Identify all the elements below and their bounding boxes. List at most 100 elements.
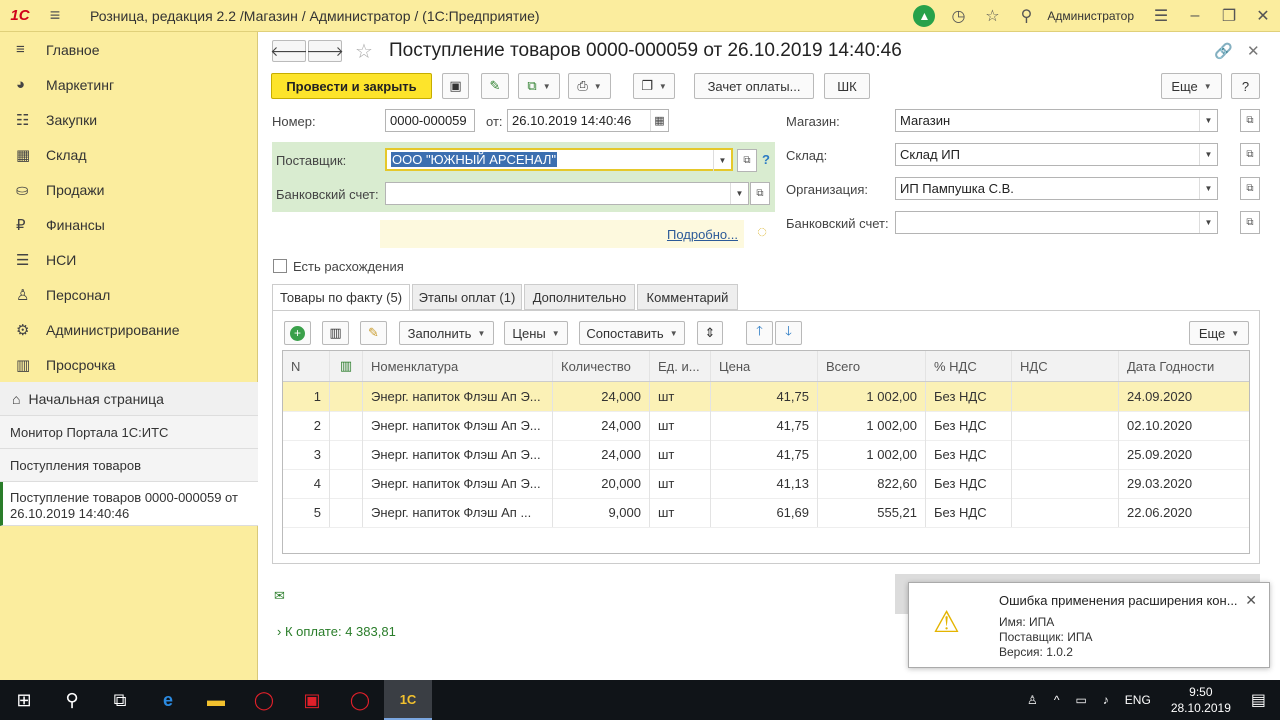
- cell-expiry[interactable]: 29.03.2020: [1119, 469, 1249, 498]
- organization-field[interactable]: ИП Пампушка С.В. ▼: [895, 177, 1218, 200]
- reports-button[interactable]: ❐ ▼: [633, 73, 675, 99]
- section-sales[interactable]: ⛀ Продажи: [0, 172, 257, 207]
- col-n[interactable]: N: [283, 351, 330, 381]
- chevron-down-icon[interactable]: ▼: [730, 183, 748, 204]
- cell-total[interactable]: 1 002,00: [818, 411, 926, 440]
- scan-barcode-button[interactable]: ▥: [322, 321, 349, 345]
- cell-price[interactable]: 61,69: [711, 498, 818, 527]
- cell-total[interactable]: 1 002,00: [818, 440, 926, 469]
- tab-comment[interactable]: Комментарий: [637, 284, 738, 310]
- move-up-button[interactable]: 🡑: [746, 321, 773, 345]
- section-purchases[interactable]: ☷ Закупки: [0, 102, 257, 137]
- notification-popup[interactable]: ⚠ Ошибка применения расширения кон... Им…: [908, 582, 1270, 668]
- col-quantity[interactable]: Количество: [553, 351, 650, 381]
- cell-nomenclature[interactable]: Энерг. напиток Флэш Ап ...: [363, 498, 553, 527]
- row-height-button[interactable]: ⇕: [697, 321, 723, 345]
- cell-quantity[interactable]: 20,000: [553, 469, 650, 498]
- opera-second-icon[interactable]: ◯: [336, 680, 384, 720]
- people-icon[interactable]: ♙: [1027, 693, 1038, 707]
- cell-n[interactable]: 3: [283, 440, 330, 469]
- cell-price[interactable]: 41,75: [711, 440, 818, 469]
- close-form-icon[interactable]: ✕: [1247, 42, 1260, 60]
- cell-total[interactable]: 822,60: [818, 469, 926, 498]
- back-button[interactable]: 🡐: [270, 40, 308, 62]
- offset-payment-button[interactable]: Зачет оплаты...: [694, 73, 814, 99]
- warehouse-open-button[interactable]: ⧉: [1240, 143, 1260, 166]
- cell-vat-rate[interactable]: Без НДС: [926, 382, 1012, 411]
- cell-unit[interactable]: шт: [650, 440, 711, 469]
- current-user[interactable]: Администратор: [1047, 9, 1134, 23]
- col-nomenclature[interactable]: Номенклатура: [363, 351, 553, 381]
- cell-vat-rate[interactable]: Без НДС: [926, 440, 1012, 469]
- cell-price[interactable]: 41,75: [711, 382, 818, 411]
- open-item-home[interactable]: ⌂ Начальная страница: [0, 382, 258, 416]
- cell-nomenclature[interactable]: Энерг. напиток Флэш Ап Э...: [363, 411, 553, 440]
- cell-nomenclature[interactable]: Энерг. напиток Флэш Ап Э...: [363, 469, 553, 498]
- bank-account-open-button[interactable]: ⧉: [750, 182, 770, 205]
- section-personnel[interactable]: ♙ Персонал: [0, 277, 257, 312]
- link-icon[interactable]: 🔗: [1214, 42, 1233, 60]
- org-bank-account-open-button[interactable]: ⧉: [1240, 211, 1260, 234]
- cell-vat[interactable]: [1012, 498, 1119, 527]
- cell-quantity[interactable]: 24,000: [553, 440, 650, 469]
- cell-expiry[interactable]: 24.09.2020: [1119, 382, 1249, 411]
- section-finance[interactable]: ₽ Финансы: [0, 207, 257, 242]
- cell-vat-rate[interactable]: Без НДС: [926, 498, 1012, 527]
- notifications-icon[interactable]: ▲: [913, 4, 936, 27]
- close-notification-icon[interactable]: ✕: [1245, 592, 1257, 609]
- open-item-receipts[interactable]: Поступления товаров: [0, 449, 258, 482]
- minimize-icon[interactable]: –: [1178, 7, 1212, 25]
- cell-nomenclature[interactable]: Энерг. напиток Флэш Ап Э...: [363, 382, 553, 411]
- match-button[interactable]: Сопоставить ▼: [579, 321, 685, 345]
- explorer-icon[interactable]: ▬: [192, 680, 240, 720]
- favorites-icon[interactable]: ☆: [975, 6, 1009, 26]
- cell-unit[interactable]: шт: [650, 382, 711, 411]
- cell-vat[interactable]: [1012, 469, 1119, 498]
- post-button[interactable]: ✎: [481, 73, 509, 99]
- cell-price[interactable]: 41,75: [711, 411, 818, 440]
- cell-expiry[interactable]: 25.09.2020: [1119, 440, 1249, 469]
- open-item-its[interactable]: Монитор Портала 1С:ИТС: [0, 416, 258, 449]
- cell-quantity[interactable]: 24,000: [553, 411, 650, 440]
- cell-quantity[interactable]: 24,000: [553, 382, 650, 411]
- chevron-down-icon[interactable]: ▼: [1199, 212, 1217, 233]
- number-field[interactable]: 0000-000059: [385, 109, 475, 132]
- col-vat[interactable]: НДС: [1012, 351, 1119, 381]
- organization-open-button[interactable]: ⧉: [1240, 177, 1260, 200]
- cell-n[interactable]: 5: [283, 498, 330, 527]
- open-item-current[interactable]: Поступление товаров 0000-000059 от 26.10…: [0, 482, 258, 526]
- section-admin[interactable]: ⚙ Администрирование: [0, 312, 257, 347]
- prices-button[interactable]: Цены ▼: [504, 321, 568, 345]
- cell-vat-rate[interactable]: Без НДС: [926, 411, 1012, 440]
- action-center-icon[interactable]: ▤: [1251, 690, 1266, 710]
- cell-n[interactable]: 4: [283, 469, 330, 498]
- opera-icon[interactable]: ◯: [240, 680, 288, 720]
- col-price[interactable]: Цена: [711, 351, 818, 381]
- onec-app-icon[interactable]: 1С: [384, 680, 432, 720]
- section-marketing[interactable]: ◕ Маркетинг: [0, 67, 257, 102]
- cell-vat[interactable]: [1012, 440, 1119, 469]
- close-window-icon[interactable]: ✕: [1246, 6, 1280, 26]
- table-row[interactable]: 5 Энерг. напиток Флэш Ап ... 9,000 шт 61,69 5…: [283, 498, 1249, 527]
- forward-button[interactable]: 🡒: [306, 40, 344, 62]
- section-nsi[interactable]: ☰ НСИ: [0, 242, 257, 277]
- edit-row-button[interactable]: ✎: [360, 321, 387, 345]
- store-open-button[interactable]: ⧉: [1240, 109, 1260, 132]
- volume-icon[interactable]: ♪: [1103, 693, 1109, 707]
- table-row[interactable]: 1 Энерг. напиток Флэш Ап Э... 24,000 шт 41,7…: [283, 382, 1249, 411]
- supplier-field[interactable]: ООО "ЮЖНЫЙ АРСЕНАЛ" ▼: [385, 148, 733, 171]
- add-row-button[interactable]: +: [284, 321, 311, 345]
- cell-nomenclature[interactable]: Энерг. напиток Флэш Ап Э...: [363, 440, 553, 469]
- chevron-down-icon[interactable]: ▼: [1199, 144, 1217, 165]
- edge-icon[interactable]: e: [144, 680, 192, 720]
- settings-menu-icon[interactable]: ☰: [1144, 6, 1178, 26]
- store-field[interactable]: Магазин ▼: [895, 109, 1218, 132]
- cell-n[interactable]: 1: [283, 382, 330, 411]
- col-barcode[interactable]: ▥: [330, 351, 363, 381]
- details-link[interactable]: Подробно...: [667, 227, 738, 242]
- tab-payment-stages[interactable]: Этапы оплат (1): [412, 284, 522, 310]
- section-warehouse[interactable]: ▦ Склад: [0, 137, 257, 172]
- tray-expand-icon[interactable]: ^: [1054, 693, 1060, 707]
- section-main[interactable]: ≡ Главное: [0, 32, 257, 67]
- cell-unit[interactable]: шт: [650, 411, 711, 440]
